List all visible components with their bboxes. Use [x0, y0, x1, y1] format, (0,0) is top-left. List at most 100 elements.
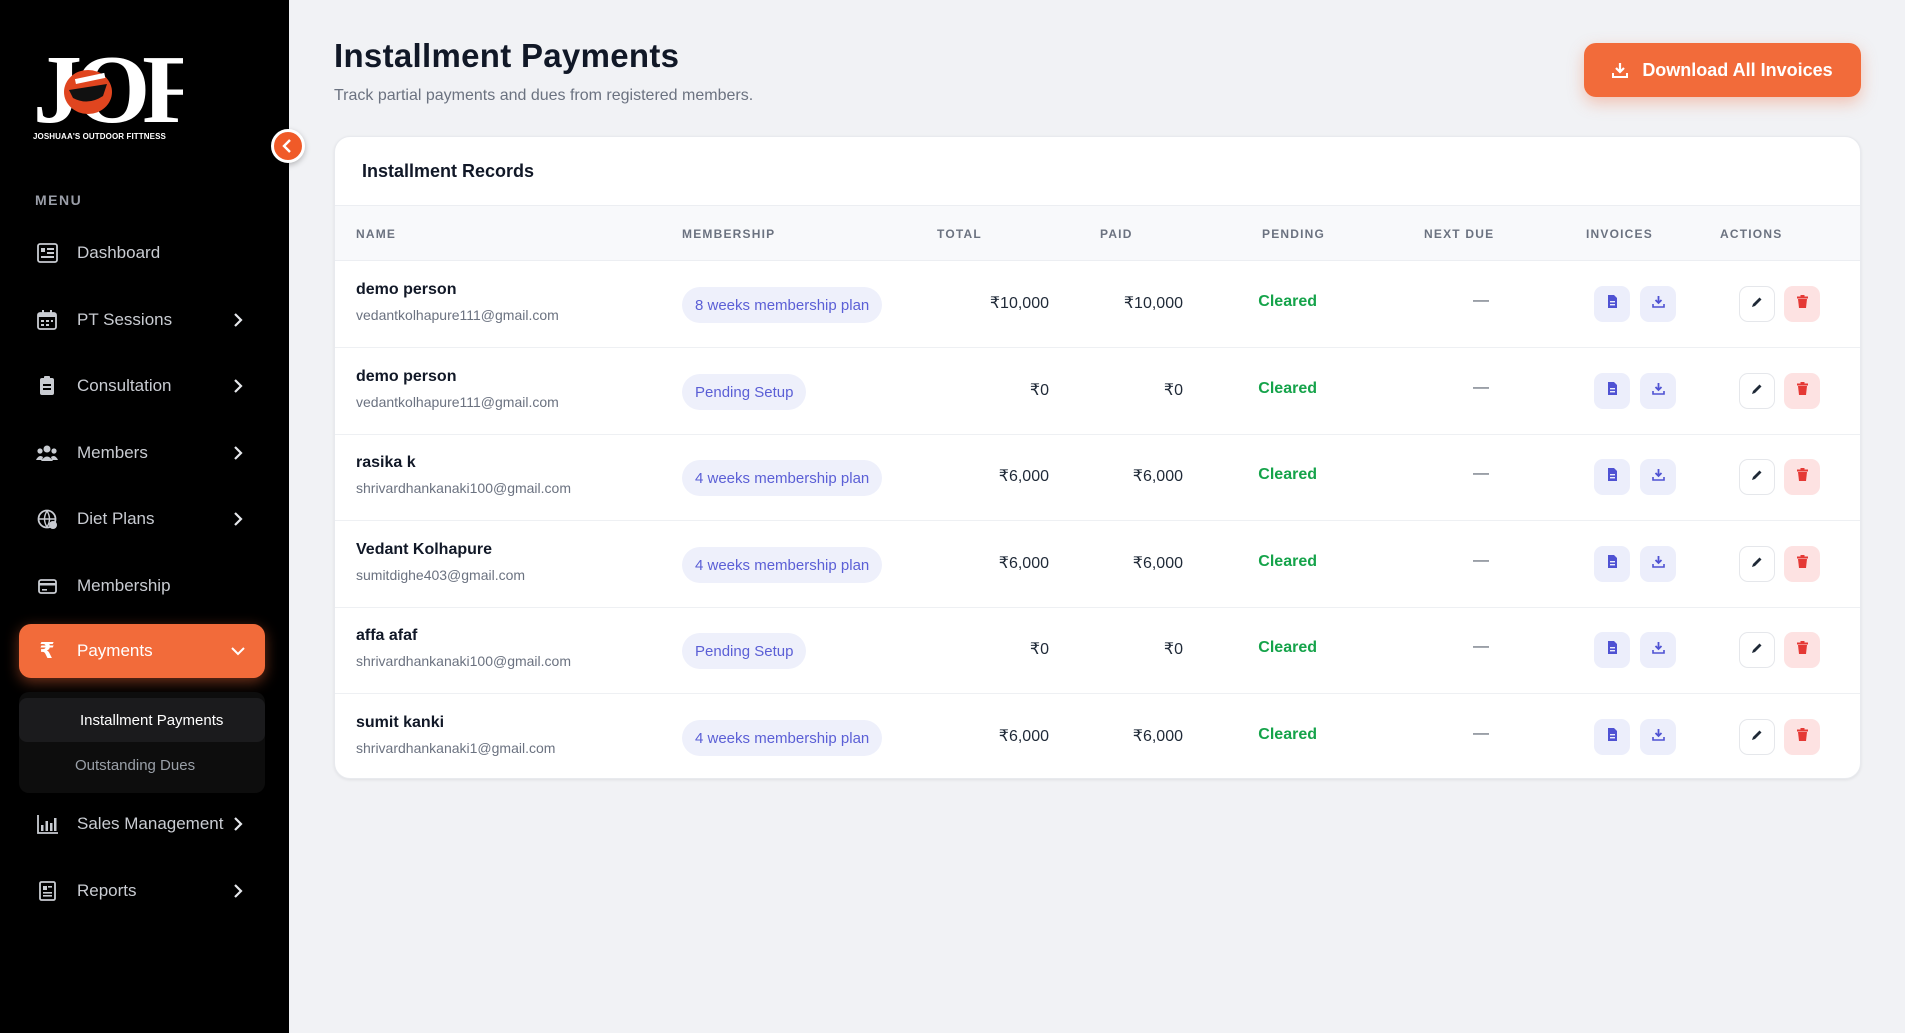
sidebar-collapse-button[interactable] [271, 129, 305, 163]
sidebar-item-members[interactable]: Members [19, 426, 265, 480]
column-header-actions: ACTIONS [1720, 227, 1783, 241]
trash-icon [1796, 468, 1808, 486]
next-due: — [1473, 292, 1489, 309]
total-amount: ₹0 [1029, 641, 1049, 658]
submenu-item-installment-payments[interactable]: Installment Payments [19, 698, 265, 742]
sidebar-item-label: Sales Management [77, 814, 224, 833]
view-invoice-button[interactable] [1594, 546, 1630, 582]
edit-button[interactable] [1739, 719, 1775, 755]
view-invoice-button[interactable] [1594, 459, 1630, 495]
pencil-icon [1751, 555, 1763, 573]
paid-amount: ₹6,000 [1132, 728, 1183, 745]
download-icon [1651, 728, 1665, 746]
table-row: rasika k shrivardhankanaki100@gmail.com 4 … [335, 434, 1860, 521]
column-header-invoices: INVOICES [1586, 227, 1653, 241]
delete-button[interactable] [1784, 286, 1820, 322]
delete-button[interactable] [1784, 546, 1820, 582]
edit-button[interactable] [1739, 546, 1775, 582]
edit-button[interactable] [1739, 632, 1775, 668]
view-invoice-button[interactable] [1594, 719, 1630, 755]
table-header: NAME MEMBERSHIP TOTAL PAID PENDING NEXT … [335, 205, 1860, 261]
pending-status: Cleared [1258, 553, 1317, 570]
delete-button[interactable] [1784, 632, 1820, 668]
download-invoice-button[interactable] [1640, 546, 1676, 582]
download-all-invoices-button[interactable]: Download All Invoices [1584, 43, 1861, 97]
sidebar-item-pt-sessions[interactable]: PT Sessions [19, 293, 265, 347]
jof-logo-mark: JOF [33, 36, 183, 134]
download-invoice-button[interactable] [1640, 459, 1676, 495]
membership-badge: 4 weeks membership plan [682, 720, 883, 756]
membership-badge: 4 weeks membership plan [682, 460, 883, 496]
dashboard-icon [36, 242, 58, 264]
pencil-icon [1751, 728, 1763, 746]
delete-button[interactable] [1784, 719, 1820, 755]
trash-icon [1796, 295, 1808, 313]
sidebar-item-consultation[interactable]: Consultation [19, 359, 265, 413]
brand-caption: JOSHUAA'S OUTDOOR FITTNESS [33, 132, 166, 141]
installment-records-card: Installment Records NAME MEMBERSHIP TOTA… [334, 136, 1861, 779]
member-name: rasika k [356, 454, 416, 471]
edit-button[interactable] [1739, 286, 1775, 322]
edit-button[interactable] [1739, 459, 1775, 495]
pending-status: Cleared [1258, 380, 1317, 397]
chevron-right-icon [234, 817, 243, 831]
download-icon [1612, 62, 1629, 78]
download-invoice-button[interactable] [1640, 373, 1676, 409]
download-invoice-button[interactable] [1640, 632, 1676, 668]
pending-status: Cleared [1258, 293, 1317, 310]
sidebar-item-dashboard[interactable]: Dashboard [19, 226, 265, 280]
chevron-down-icon [231, 647, 245, 656]
sidebar-item-membership[interactable]: Membership [19, 559, 265, 613]
edit-button[interactable] [1739, 373, 1775, 409]
view-invoice-button[interactable] [1594, 373, 1630, 409]
download-icon [1651, 468, 1665, 486]
pencil-icon [1751, 468, 1763, 486]
users-icon [36, 442, 58, 464]
member-email: sumitdighe403@gmail.com [356, 567, 526, 583]
chevron-right-icon [234, 313, 243, 327]
brand-logo[interactable]: JOF JOSHUAA'S OUTDOOR FITTNESS [33, 34, 188, 144]
table-row: demo person vedantkolhapure111@gmail.com P… [335, 348, 1860, 435]
download-icon [1651, 555, 1665, 573]
calendar-icon [36, 309, 58, 331]
next-due: — [1473, 725, 1489, 742]
sidebar-item-payments[interactable]: ₹ Payments [19, 624, 265, 678]
rupee-icon: ₹ [39, 638, 55, 663]
sidebar-item-sales-management[interactable]: Sales Management [19, 797, 265, 851]
member-name: sumit kanki [356, 714, 445, 731]
next-due: — [1473, 379, 1489, 396]
view-invoice-button[interactable] [1594, 286, 1630, 322]
trash-icon [1796, 728, 1808, 746]
delete-button[interactable] [1784, 373, 1820, 409]
submenu-item-outstanding-dues[interactable]: Outstanding Dues [19, 743, 265, 787]
pencil-icon [1751, 382, 1763, 400]
download-invoice-button[interactable] [1640, 719, 1676, 755]
membership-badge: 4 weeks membership plan [682, 547, 883, 583]
view-invoice-button[interactable] [1594, 632, 1630, 668]
invoice-icon [1607, 641, 1618, 659]
pending-status: Cleared [1258, 466, 1317, 483]
member-name: affa afaf [356, 627, 418, 644]
delete-button[interactable] [1784, 459, 1820, 495]
table-row: Vedant Kolhapure sumitdighe403@gmail.com 4… [335, 521, 1860, 608]
card-icon [36, 575, 58, 597]
column-header-paid: PAID [1100, 227, 1133, 241]
sidebar-item-diet-plans[interactable]: Diet Plans [19, 492, 265, 546]
report-icon [36, 880, 58, 902]
sidebar-item-label: Consultation [77, 376, 172, 395]
membership-badge: Pending Setup [682, 374, 807, 410]
paid-amount: ₹6,000 [1132, 468, 1183, 485]
chevron-right-icon [234, 512, 243, 526]
sidebar-item-label: Members [77, 443, 148, 462]
column-header-total: TOTAL [937, 227, 982, 241]
pencil-icon [1751, 641, 1763, 659]
download-invoice-button[interactable] [1640, 286, 1676, 322]
member-email: shrivardhankanaki1@gmail.com [356, 740, 556, 756]
download-all-label: Download All Invoices [1642, 59, 1833, 80]
pending-status: Cleared [1258, 639, 1317, 656]
invoice-icon [1607, 555, 1618, 573]
sidebar-item-reports[interactable]: Reports [19, 864, 265, 918]
member-name: Vedant Kolhapure [356, 541, 493, 558]
total-amount: ₹6,000 [998, 555, 1049, 572]
sidebar-item-label: Dashboard [77, 243, 161, 262]
